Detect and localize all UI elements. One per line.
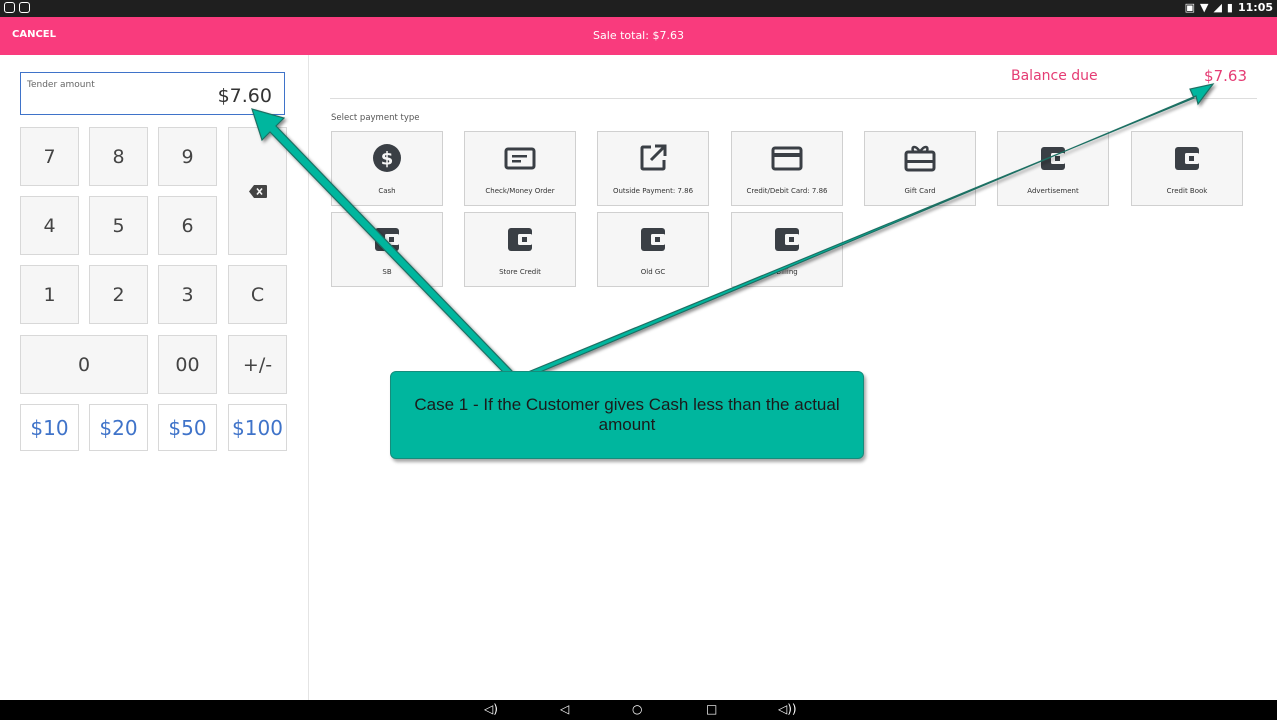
dollar-circle-icon: $ <box>373 144 401 172</box>
wifi-icon: ▼ <box>1199 1 1209 14</box>
volume-down-icon[interactable]: ◁) <box>484 702 498 716</box>
volume-up-icon[interactable]: ◁)) <box>778 702 797 716</box>
wallet-icon <box>641 228 665 251</box>
payment-check-button[interactable]: Check/Money Order <box>464 131 576 206</box>
tender-amount-label: Tender amount <box>27 80 95 90</box>
payment-label: Advertisement <box>1027 187 1079 195</box>
quick-cash-100-button[interactable]: $100 <box>228 404 287 451</box>
signal-icon: ◢ <box>1213 1 1222 14</box>
svg-text:$: $ <box>381 149 394 170</box>
key-00[interactable]: 00 <box>158 335 217 394</box>
payment-gift-card-button[interactable]: Gift Card <box>864 131 976 206</box>
key-9[interactable]: 9 <box>158 127 217 186</box>
notification-icon <box>4 2 15 13</box>
key-2[interactable]: 2 <box>89 265 148 324</box>
clear-button[interactable]: C <box>228 265 287 324</box>
check-notification-icon <box>19 2 30 13</box>
payment-card-button[interactable]: Credit/Debit Card: 7.86 <box>731 131 843 206</box>
payment-outside-button[interactable]: Outside Payment: 7.86 <box>597 131 709 206</box>
credit-card-icon <box>771 146 803 171</box>
key-1[interactable]: 1 <box>20 265 79 324</box>
payment-store-credit-button[interactable]: Store Credit <box>464 212 576 287</box>
plus-minus-button[interactable]: +/- <box>228 335 287 394</box>
quick-cash-10-button[interactable]: $10 <box>20 404 79 451</box>
system-nav-bar: ◁) ◁ ○ □ ◁)) <box>0 700 1277 720</box>
quick-cash-20-button[interactable]: $20 <box>89 404 148 451</box>
backspace-icon <box>248 184 267 198</box>
tender-amount-field[interactable]: Tender amount $7.60 <box>20 72 285 115</box>
wallet-icon <box>1041 147 1065 170</box>
payment-label: Outside Payment: 7.86 <box>612 187 694 195</box>
payment-label: Gift Card <box>904 187 936 195</box>
key-6[interactable]: 6 <box>158 196 217 255</box>
payment-credit-book-button[interactable]: Credit Book <box>1131 131 1243 206</box>
payment-label: Store Credit <box>499 268 541 276</box>
home-icon[interactable]: ○ <box>632 702 642 716</box>
recents-icon[interactable]: □ <box>706 702 717 716</box>
payment-cash-button[interactable]: $ Cash <box>331 131 443 206</box>
wallet-icon <box>775 228 799 251</box>
cast-icon: ▣ <box>1184 1 1195 14</box>
tender-amount-value: $7.60 <box>217 85 272 107</box>
key-4[interactable]: 4 <box>20 196 79 255</box>
back-icon[interactable]: ◁ <box>560 702 569 716</box>
battery-icon: ▮ <box>1226 1 1233 14</box>
payment-billing-button[interactable]: Billing <box>731 212 843 287</box>
check-icon <box>504 147 536 170</box>
payment-label: SB <box>382 268 392 276</box>
payment-label: Check/Money Order <box>485 187 555 195</box>
status-bar: ▣ ▼ ◢ ▮ 11:05 <box>0 0 1277 17</box>
key-8[interactable]: 8 <box>89 127 148 186</box>
wallet-icon <box>508 228 532 251</box>
external-link-icon <box>640 144 667 171</box>
divider <box>330 98 1257 99</box>
payment-old-gc-button[interactable]: Old GC <box>597 212 709 287</box>
payment-label: Credit/Debit Card: 7.86 <box>746 187 828 195</box>
clock: 11:05 <box>1237 1 1273 14</box>
payment-label: Old GC <box>640 268 666 276</box>
balance-due-value: $7.63 <box>1204 67 1247 85</box>
gift-card-icon <box>904 145 936 172</box>
key-3[interactable]: 3 <box>158 265 217 324</box>
balance-due-label: Balance due <box>1011 68 1098 84</box>
key-5[interactable]: 5 <box>89 196 148 255</box>
payment-label: Billing <box>776 268 798 276</box>
payment-sb-button[interactable]: SB <box>331 212 443 287</box>
sale-total: Sale total: $7.63 <box>593 29 684 42</box>
annotation-callout: Case 1 - If the Customer gives Cash less… <box>390 371 864 459</box>
payment-label: Cash <box>378 187 396 195</box>
payment-label: Credit Book <box>1166 187 1208 195</box>
keypad-panel: Tender amount $7.60 7 8 9 4 5 6 1 2 3 C … <box>0 55 309 700</box>
quick-cash-50-button[interactable]: $50 <box>158 404 217 451</box>
key-7[interactable]: 7 <box>20 127 79 186</box>
app-bar: CANCEL Sale total: $7.63 <box>0 17 1277 55</box>
select-payment-type-label: Select payment type <box>331 113 420 123</box>
key-0[interactable]: 0 <box>20 335 148 394</box>
wallet-icon <box>375 228 399 251</box>
wallet-icon <box>1175 147 1199 170</box>
payment-advertisement-button[interactable]: Advertisement <box>997 131 1109 206</box>
backspace-button[interactable] <box>228 127 287 255</box>
